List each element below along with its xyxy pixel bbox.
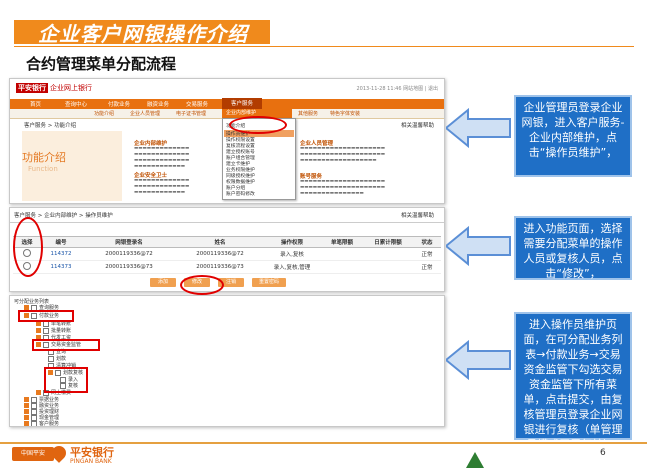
tree-logo-icon xyxy=(466,452,484,468)
col-single-limit: 单笔限额 xyxy=(321,236,363,248)
section-text-4: ▬▬▬▬▬▬▬▬▬▬▬▬▬▬▬▬▬▬▬▬ ▬▬▬▬▬▬▬▬▬▬▬▬▬▬▬▬▬▬▬▬… xyxy=(300,179,386,196)
checkbox[interactable] xyxy=(31,420,37,426)
footer-brand-en: PINGAN BANK xyxy=(70,458,112,465)
checkbox[interactable] xyxy=(48,355,54,362)
subnav-cert[interactable]: 电子证书管理 xyxy=(176,110,206,117)
bank-logo: 平安银行 企业网上银行 xyxy=(16,83,92,93)
cell-status: 正常 xyxy=(413,260,441,274)
panel-header: 客户服务 > 企业内部维护 > 操作员维护 相关温馨帮助 xyxy=(10,208,444,223)
arrow-icon xyxy=(446,340,511,380)
cell-rights: 录入,复核,管理 xyxy=(263,260,321,274)
add-button[interactable]: 添加 xyxy=(150,278,176,287)
tree-item[interactable]: 划款 xyxy=(48,355,66,362)
cell-status: 正常 xyxy=(413,247,441,261)
highlight-fund-supervision xyxy=(32,339,100,351)
section-text-1: ▬▬▬▬▬▬▬▬▬▬▬▬▬ ▬▬▬▬▬▬▬▬▬▬▬▬▬ ▬▬▬▬▬▬▬▬▬▬▬▬▬ ▬… xyxy=(134,146,190,169)
highlight-ring-modify xyxy=(180,275,224,295)
screenshot-operator-panel: 客户服务 > 企业内部维护 > 操作员维护 相关温馨帮助 选择 编号 网银登录名… xyxy=(9,207,445,292)
breadcrumb: 客户服务 > 功能介绍 xyxy=(24,123,77,129)
highlight-payment xyxy=(18,310,74,322)
nav-payment[interactable]: 付款业务 xyxy=(108,100,130,108)
subnav-staff[interactable]: 企业人员管理 xyxy=(130,110,160,117)
page-number: 6 xyxy=(600,448,606,458)
dd-item[interactable]: 账户密码修改 xyxy=(226,190,255,197)
col-rights: 操作权限 xyxy=(263,236,321,248)
top-right-links[interactable]: 2013-11-28 11:46 网站地图 | 退出 xyxy=(356,85,438,92)
logo-text: 企业网上银行 xyxy=(50,84,92,92)
table-header: 选择 编号 网银登录名 姓名 操作权限 单笔限额 日累计限额 状态 xyxy=(13,236,441,248)
callout-step1: 企业管理员登录企业网银，进入客户服务-企业内部维护，点击“操作员维护”， xyxy=(514,95,632,177)
slide-title: 企业客户网银操作介绍 xyxy=(38,22,248,46)
help-link[interactable]: 相关温馨帮助 xyxy=(401,211,434,219)
cell-name: 2000119336@72 xyxy=(177,247,263,261)
subnav-function[interactable]: 功能介绍 xyxy=(94,110,114,117)
expand-icon[interactable] xyxy=(24,421,29,426)
highlight-ring-select xyxy=(13,217,43,277)
cell-rights: 录入,复核 xyxy=(263,247,321,261)
col-login: 网银登录名 xyxy=(81,236,177,248)
tree-item[interactable]: 客户服务 xyxy=(24,420,59,426)
cell-login: 2000119336@73 xyxy=(81,260,177,274)
nav-finance[interactable]: 融资业务 xyxy=(147,100,169,108)
cell-daily-limit xyxy=(363,260,413,274)
subnav-font[interactable]: 特色字体安装 xyxy=(330,110,360,117)
banner-subtitle: Function xyxy=(28,165,58,173)
col-status: 状态 xyxy=(413,236,441,248)
help-link[interactable]: 相关温馨帮助 xyxy=(401,121,434,129)
section-text-2: ▬▬▬▬▬▬▬▬▬▬▬▬▬ ▬▬▬▬▬▬▬▬▬▬▬▬▬ ▬▬▬▬▬▬▬▬▬▬▬▬ xyxy=(134,178,190,195)
screenshot-business-list-panel: 可分配业务列表 查询服务 付款业务 单笔转账 批量转账 代发工资 交易资金监管 … xyxy=(9,295,445,427)
banner-title: 功能介绍 xyxy=(22,151,66,164)
section-text-3: ▬▬▬▬▬▬▬▬▬▬▬▬▬▬▬▬▬▬▬▬ ▬▬▬▬▬▬▬▬▬▬▬▬▬▬▬▬▬▬▬▬… xyxy=(300,146,386,163)
slide-subtitle: 合约管理菜单分配流程 xyxy=(26,55,177,73)
checkbox[interactable] xyxy=(43,327,49,334)
nav-home[interactable]: 首页 xyxy=(30,100,41,108)
expand-icon[interactable] xyxy=(36,328,41,333)
table-row[interactable]: 114373 2000119336@73 2000119336@73 录入,复核… xyxy=(13,260,441,274)
arrow-icon xyxy=(446,108,511,148)
operator-table: 选择 编号 网银登录名 姓名 操作权限 单笔限额 日累计限额 状态 114372… xyxy=(13,236,441,274)
cell-daily-limit xyxy=(363,247,413,261)
col-name: 姓名 xyxy=(177,236,263,248)
highlight-ring-operator xyxy=(229,116,287,134)
expand-icon[interactable] xyxy=(36,390,41,395)
cell-login: 2000119336@72 xyxy=(81,247,177,261)
highlight-sub-menus xyxy=(44,367,88,393)
cell-single-limit xyxy=(321,247,363,261)
nav-trade[interactable]: 交易服务 xyxy=(186,100,208,108)
title-divider xyxy=(14,46,634,47)
nav-query[interactable]: 查询中心 xyxy=(65,100,87,108)
cell-id[interactable]: 114373 xyxy=(41,260,81,274)
pingan-badge: 中国平安 xyxy=(12,447,54,461)
cell-single-limit xyxy=(321,260,363,274)
cell-id[interactable]: 114372 xyxy=(41,247,81,261)
callout-step2: 进入功能页面，选择需要分配菜单的操作人员或复核人员，点击“修改”， xyxy=(514,216,632,280)
logo-box: 平安银行 xyxy=(16,83,48,93)
reset-password-button[interactable]: 重置密码 xyxy=(252,278,286,287)
tree-item[interactable]: 批量转账 xyxy=(36,327,71,334)
col-id: 编号 xyxy=(41,236,81,248)
col-daily-limit: 日累计限额 xyxy=(363,236,413,248)
arrow-icon xyxy=(446,226,511,266)
table-row[interactable]: 114372 2000119336@72 2000119336@72 录入,复核… xyxy=(13,247,441,261)
screenshot-menu-panel: 平安银行 企业网上银行 2013-11-28 11:46 网站地图 | 退出 首页… xyxy=(9,78,445,204)
callout-step3: 进入操作员维护页面，在可分配业务列表→付款业务→交易资金监管下勾选交易资金监管下… xyxy=(514,312,632,451)
subnav-other[interactable]: 其他服务 xyxy=(298,110,318,117)
cell-name: 2000119336@73 xyxy=(177,260,263,274)
